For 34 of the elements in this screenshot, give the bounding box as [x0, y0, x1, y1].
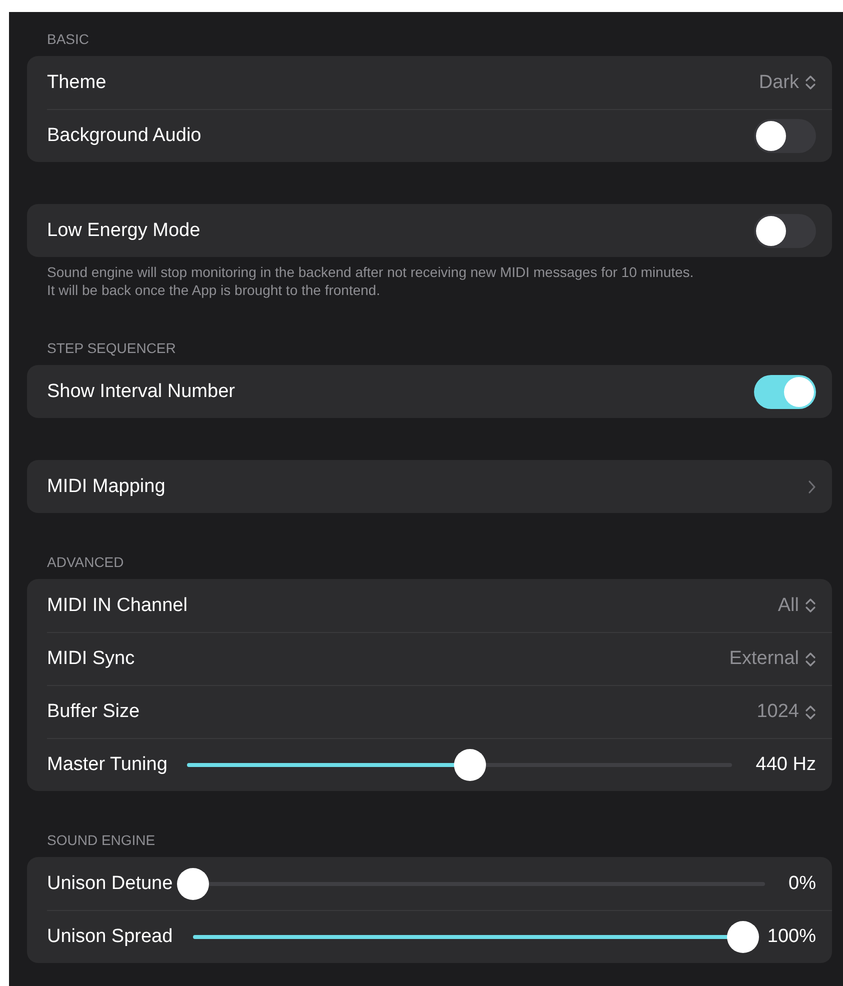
slider-thumb[interactable]: [454, 749, 486, 781]
slider-reading: 440 Hz: [756, 754, 816, 776]
chevron-up-down-icon: [805, 598, 816, 613]
value-picker[interactable]: 1024: [756, 701, 816, 723]
setting-label: Theme: [47, 72, 106, 94]
toggle-switch[interactable]: [754, 214, 816, 248]
toggle-switch[interactable]: [754, 119, 816, 153]
slider-thumb[interactable]: [727, 921, 760, 953]
setting-label: MIDI IN Channel: [47, 594, 188, 616]
setting-label: Buffer Size: [47, 701, 140, 723]
slider-reading: 100%: [767, 926, 816, 948]
toggle-switch[interactable]: [754, 374, 816, 408]
setting-label: MIDI Sync: [47, 648, 135, 670]
setting-label: Master Tuning: [47, 754, 168, 776]
section-header: STEP SEQUENCER: [46, 341, 177, 358]
slider-thumb[interactable]: [176, 868, 209, 900]
setting-label: Unison Detune: [47, 872, 173, 894]
section-header: BASIC: [46, 32, 90, 49]
section-header: ADVANCED: [46, 555, 125, 572]
section-footer: Sound engine will stop monitoring in the backend after not receiving new MIDI messages for 10 minutes. It will be back once the App is brought to the frontend.: [27, 257, 832, 299]
chevron-up-down-icon: [805, 704, 816, 720]
setting-label: Background Audio: [47, 125, 202, 147]
section-header: SOUND ENGINE: [46, 833, 156, 850]
setting-label: MIDI Mapping: [47, 476, 166, 498]
setting-label: Show Interval Number: [47, 380, 235, 402]
value-picker[interactable]: External: [729, 648, 816, 670]
slider-reading: 0%: [788, 872, 816, 894]
chevron-right-icon[interactable]: [808, 480, 816, 494]
value-picker[interactable]: Dark: [758, 72, 816, 94]
setting-label: Unison Spread: [47, 926, 173, 948]
chevron-up-down-icon: [805, 75, 816, 90]
value-picker[interactable]: All: [778, 594, 816, 616]
setting-label: Low Energy Mode: [47, 220, 200, 242]
chevron-up-down-icon: [805, 652, 816, 666]
